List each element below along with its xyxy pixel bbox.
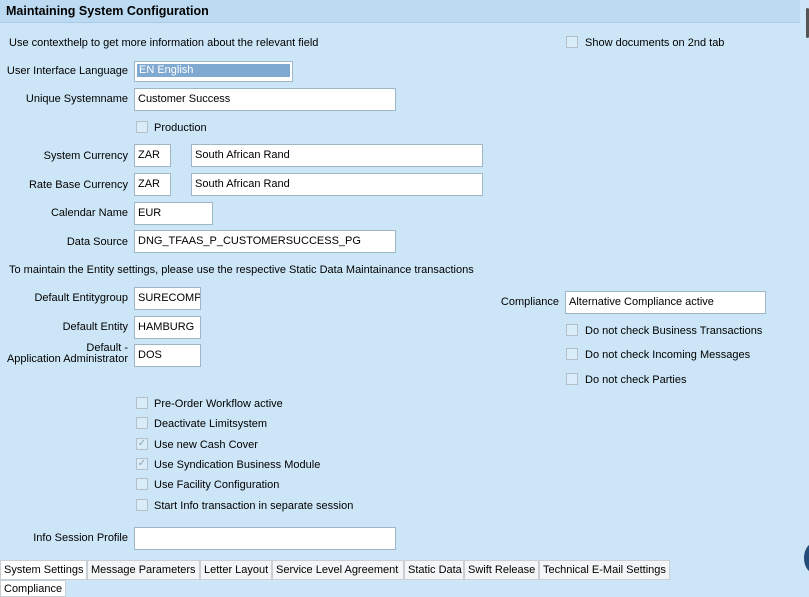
admin-label-line2: Application Administrator: [6, 353, 128, 365]
entity-input[interactable]: HAMBURG: [134, 316, 201, 339]
ui-language-select[interactable]: EN English: [134, 61, 293, 82]
show-docs-label: Show documents on 2nd tab: [585, 37, 725, 49]
production-label: Production: [154, 122, 207, 134]
tab-service-level-agreement[interactable]: Service Level Agreement: [272, 560, 404, 580]
entitygroup-label: Default Entitygroup: [34, 292, 128, 304]
pre-order-workflow-checkbox[interactable]: [136, 397, 148, 409]
syndication-module-label: Use Syndication Business Module: [154, 459, 321, 471]
calendar-input[interactable]: EUR: [134, 202, 213, 225]
deactivate-limitsystem-checkbox[interactable]: [136, 417, 148, 429]
production-checkbox[interactable]: [136, 121, 148, 133]
tab-letter-layout[interactable]: Letter Layout: [200, 560, 272, 580]
tab-bar: System Settings Message Parameters Lette…: [0, 560, 800, 580]
system-currency-code-input[interactable]: ZAR: [134, 144, 171, 167]
show-docs-checkbox[interactable]: [566, 36, 578, 48]
deactivate-limitsystem-label: Deactivate Limitsystem: [154, 418, 268, 430]
info-separate-session-checkbox[interactable]: [136, 499, 148, 511]
rate-base-currency-name-field: South African Rand: [191, 173, 483, 196]
admin-input[interactable]: DOS: [134, 344, 201, 367]
tab-static-data[interactable]: Static Data: [404, 560, 464, 580]
syndication-module-checkbox[interactable]: ✓: [136, 458, 148, 470]
rate-base-currency-label: Rate Base Currency: [28, 179, 128, 191]
info-session-label: Info Session Profile: [33, 532, 128, 544]
system-currency-name-field: South African Rand: [191, 144, 483, 167]
info-separate-session-label: Start Info transaction in separate sessi…: [154, 500, 354, 512]
ui-language-value: EN English: [137, 64, 290, 77]
page-title: Maintaining System Configuration: [6, 4, 209, 18]
no-check-business-label: Do not check Business Transactions: [585, 325, 763, 337]
facility-configuration-label: Use Facility Configuration: [154, 479, 280, 491]
rate-base-currency-code-input[interactable]: ZAR: [134, 173, 171, 196]
data-source-label: Data Source: [66, 236, 128, 248]
no-check-messages-label: Do not check Incoming Messages: [585, 349, 751, 361]
help-text: Use contexthelp to get more information …: [9, 37, 319, 49]
no-check-parties-checkbox[interactable]: [566, 373, 578, 385]
entity-note: To maintain the Entity settings, please …: [9, 264, 474, 276]
pre-order-workflow-label: Pre-Order Workflow active: [154, 398, 283, 410]
new-cash-cover-label: Use new Cash Cover: [154, 439, 258, 451]
no-check-messages-checkbox[interactable]: [566, 348, 578, 360]
systemname-input[interactable]: Customer Success: [134, 88, 396, 111]
entity-label: Default Entity: [62, 321, 128, 333]
data-source-input[interactable]: DNG_TFAAS_P_CUSTOMERSUCCESS_PG: [134, 230, 396, 253]
new-cash-cover-checkbox[interactable]: ✓: [136, 438, 148, 450]
compliance-label: Compliance: [500, 296, 559, 308]
scrollbar-track[interactable]: [800, 0, 809, 597]
no-check-business-checkbox[interactable]: [566, 324, 578, 336]
tab-swift-release[interactable]: Swift Release: [464, 560, 539, 580]
compliance-select[interactable]: Alternative Compliance active: [565, 291, 766, 314]
calendar-label: Calendar Name: [50, 207, 128, 219]
entitygroup-input[interactable]: SURECOMP: [134, 287, 201, 310]
tab-compliance[interactable]: Compliance: [0, 580, 66, 597]
no-check-parties-label: Do not check Parties: [585, 374, 687, 386]
info-session-input[interactable]: [134, 527, 396, 550]
tab-technical-email-settings[interactable]: Technical E-Mail Settings: [539, 560, 670, 580]
facility-configuration-checkbox[interactable]: [136, 478, 148, 490]
systemname-label: Unique Systemname: [25, 93, 128, 105]
tab-system-settings[interactable]: System Settings: [0, 560, 87, 580]
system-currency-label: System Currency: [43, 150, 128, 162]
tab-message-parameters[interactable]: Message Parameters: [87, 560, 200, 580]
ui-language-label: User Interface Language: [6, 65, 128, 77]
